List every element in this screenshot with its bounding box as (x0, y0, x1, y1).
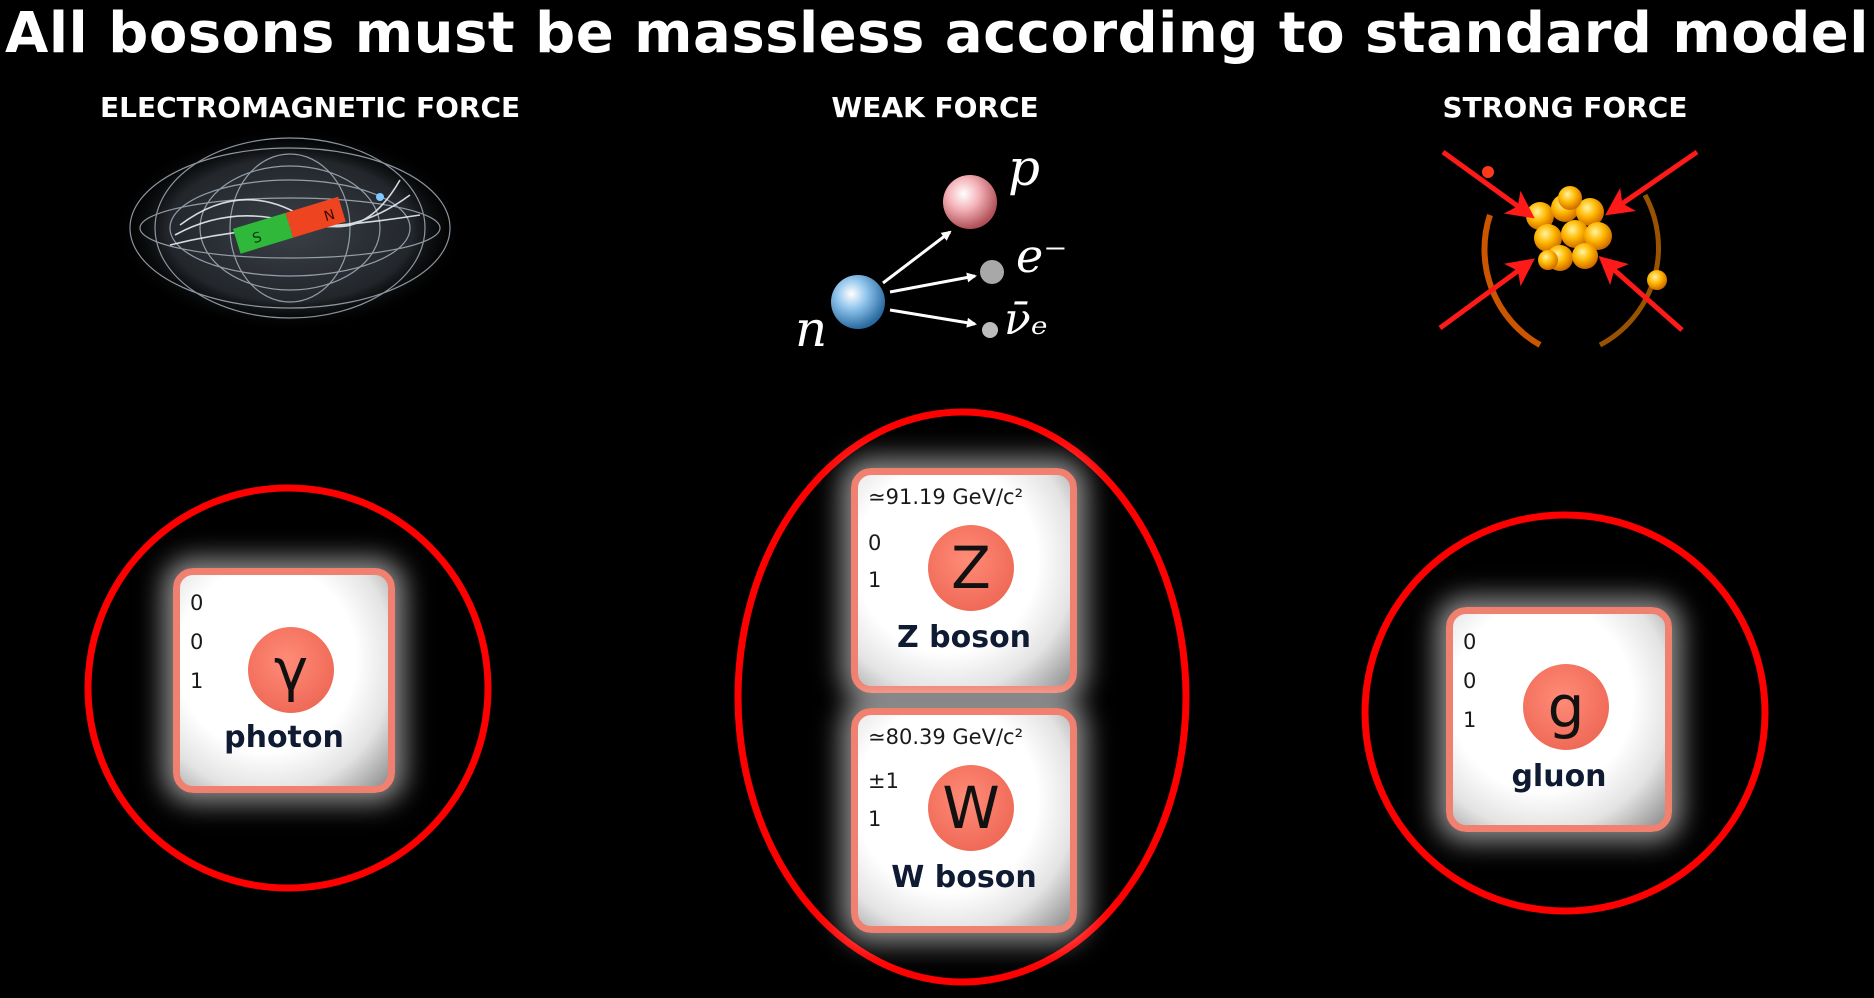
w-symbol: W (928, 765, 1014, 851)
photon-value-2: 0 (190, 630, 204, 654)
w-name: W boson (891, 860, 1037, 895)
neutron-label: n (795, 300, 827, 358)
gluon-card: 0 0 1 g gluon (1446, 607, 1672, 832)
w-boson-card: ≃80.39 GeV/c² ±1 1 W W boson (851, 708, 1077, 933)
proton-ball (943, 175, 997, 229)
w-mass: ≃80.39 GeV/c² (868, 725, 1023, 749)
photon-value-3: 1 (190, 669, 204, 693)
neutrino-ball (982, 322, 998, 338)
proton-label: p (1008, 139, 1040, 197)
gluon-value-1: 0 (1463, 630, 1477, 654)
z-value-2: 0 (868, 531, 882, 555)
photon-value-1: 0 (190, 591, 204, 615)
gluon-value-3: 1 (1463, 708, 1477, 732)
w-value-2: ±1 (868, 769, 899, 793)
magnet-field-illustration: S N (115, 128, 465, 332)
w-value-3: 1 (868, 807, 882, 831)
z-boson-card: ≃91.19 GeV/c² 0 1 Z Z boson (851, 468, 1077, 693)
photon-symbol: γ (248, 627, 334, 713)
neutrino-label: ν̄ₑ (1004, 294, 1048, 345)
photon-name: photon (224, 720, 344, 755)
beta-decay-illustration: p n e⁻ ν̄ₑ (795, 139, 1068, 358)
gluon-symbol: g (1523, 664, 1609, 750)
z-mass: ≃91.19 GeV/c² (868, 485, 1023, 509)
z-value-3: 1 (868, 568, 882, 592)
electron-label: e⁻ (1016, 229, 1068, 283)
z-name: Z boson (896, 620, 1032, 655)
electron-ball (980, 260, 1004, 284)
neutron-ball (831, 275, 885, 329)
gluon-name: gluon (1511, 759, 1607, 794)
gluon-value-2: 0 (1463, 669, 1477, 693)
nucleus-illustration (1438, 149, 1699, 348)
z-symbol: Z (928, 525, 1014, 611)
photon-card: 0 0 1 γ photon (173, 568, 395, 793)
